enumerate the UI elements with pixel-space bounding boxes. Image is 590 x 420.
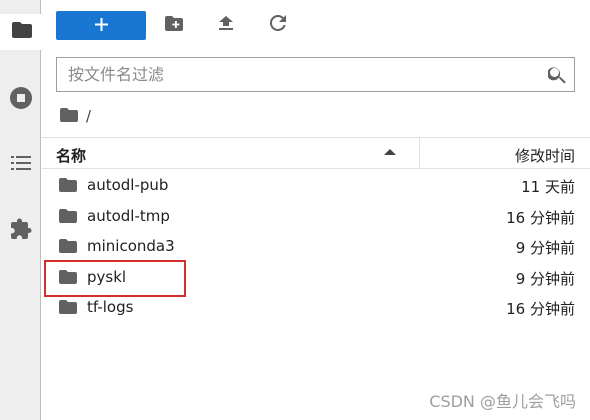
filter-input[interactable] [57,58,537,91]
file-name: autodl-tmp [87,206,170,225]
file-list-header: 名称 修改时间 [42,137,590,169]
file-modified: 16 分钟前 [506,208,575,227]
upload-icon [219,15,233,35]
puzzle-icon [10,218,32,244]
home-folder-icon[interactable] [60,107,78,126]
toc-tab[interactable] [0,147,41,183]
refresh-icon [269,14,286,35]
file-name: miniconda3 [87,237,175,255]
new-launcher-button[interactable] [56,11,146,40]
upload-button[interactable] [216,15,236,35]
new-folder-icon [165,15,183,35]
folder-icon [59,238,77,254]
breadcrumb-separator[interactable]: / [86,107,91,125]
folder-icon [59,177,77,193]
refresh-button[interactable] [268,14,288,35]
file-modified: 11 天前 [521,178,575,196]
column-divider [419,138,420,168]
list-item[interactable]: miniconda3 9 分钟前 [42,231,590,262]
extensions-tab[interactable] [0,213,41,249]
folder-icon [59,299,77,315]
search-icon [547,66,566,84]
highlight-annotation [44,260,186,297]
breadcrumb: / [60,106,91,126]
stop-icon [9,87,32,113]
file-modified: 16 分钟前 [506,300,575,318]
file-modified: 9 分钟前 [515,269,575,288]
new-folder-button[interactable] [164,15,184,35]
list-item[interactable]: autodl-tmp 16 分钟前 [42,201,590,232]
sort-ascending-icon[interactable] [384,149,396,155]
running-tab[interactable] [0,82,41,118]
folder-icon [59,208,77,224]
file-list: autodl-pub 11 天前 autodl-tmp 16 分钟前 minic… [42,170,590,323]
watermark: CSDN @鱼儿会飞吗 [429,392,576,411]
file-name: tf-logs [87,298,134,316]
column-header-name[interactable]: 名称 [56,145,86,166]
folder-icon [12,22,32,42]
file-browser-panel: / 名称 修改时间 autodl-pub 11 天前 autodl-tmp 16… [42,0,590,420]
file-name: autodl-pub [87,176,169,194]
file-browser-toolbar [56,11,586,40]
filter-box [56,57,575,92]
list-item[interactable]: autodl-pub 11 天前 [42,170,590,201]
plus-icon [94,16,108,35]
list-icon [10,155,31,175]
left-sidebar [0,0,42,420]
file-modified: 9 分钟前 [515,239,575,257]
column-header-modified[interactable]: 修改时间 [515,145,575,166]
file-browser-tab[interactable] [0,14,42,50]
